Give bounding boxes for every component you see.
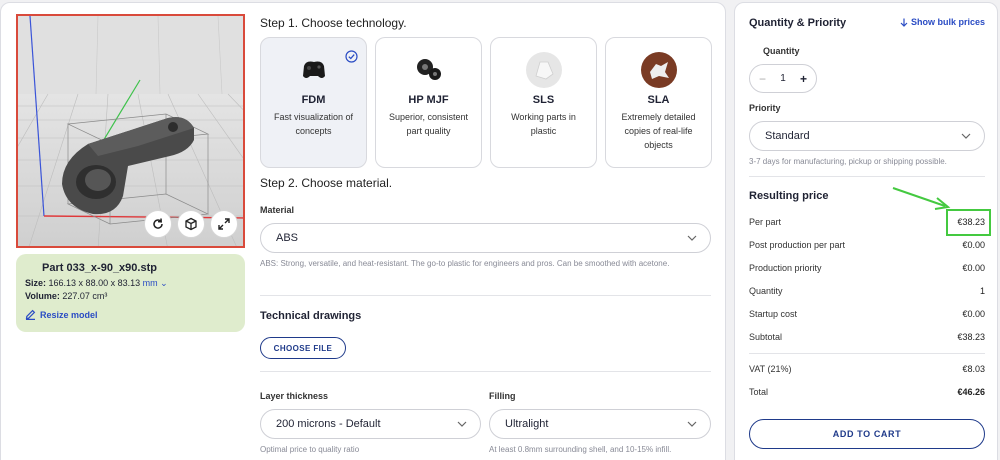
material-hint: ABS: Strong, versatile, and heat-resista… <box>260 259 670 268</box>
price-row-post-production: Post production per part €0.00 <box>749 240 985 250</box>
fullscreen-button[interactable] <box>210 210 238 238</box>
layer-thickness-hint: Optimal price to quality ratio <box>260 445 360 454</box>
chevron-down-icon <box>961 133 971 139</box>
tech-card-hp-mjf[interactable]: HP MJF Superior, consistent part quality <box>375 37 482 168</box>
price-row-per-part: Per part €38.23 <box>749 217 985 227</box>
material-select[interactable]: ABS <box>260 223 711 253</box>
sla-image <box>640 52 677 88</box>
chevron-down-icon <box>687 421 697 427</box>
quantity-value[interactable]: 1 <box>780 73 786 84</box>
arrow-down-icon <box>900 18 908 27</box>
model-volume: Volume: 227.07 cm³ <box>25 291 108 301</box>
filling-hint: At least 0.8mm surrounding shell, and 10… <box>489 445 672 454</box>
priority-label: Priority <box>749 103 781 113</box>
chevron-down-icon: ⌄ <box>160 278 168 288</box>
quantity-stepper[interactable]: − 1 + <box>749 64 817 93</box>
divider <box>260 371 711 372</box>
tech-card-sls[interactable]: SLS Working parts in plastic <box>490 37 597 168</box>
annotation-arrow-icon <box>892 187 951 210</box>
layer-thickness-select[interactable]: 200 microns - Default <box>260 409 481 439</box>
price-row-quantity: Quantity 1 <box>749 286 985 296</box>
tech-card-fdm[interactable]: FDM Fast visualization of concepts <box>260 37 367 168</box>
sls-image <box>525 52 562 88</box>
priority-select[interactable]: Standard <box>749 121 985 151</box>
price-row-production-priority: Production priority €0.00 <box>749 263 985 273</box>
divider <box>749 176 985 177</box>
price-row-startup-cost: Startup cost €0.00 <box>749 309 985 319</box>
show-bulk-prices-link[interactable]: Show bulk prices <box>900 17 985 27</box>
unit-selector[interactable]: mm ⌄ <box>143 278 168 288</box>
expand-icon <box>218 218 230 230</box>
check-circle-icon <box>345 50 358 63</box>
model-size: Size: 166.13 x 88.00 x 83.13 mm ⌄ <box>25 278 168 288</box>
increment-button[interactable]: + <box>800 72 807 86</box>
pencil-icon <box>25 309 36 320</box>
reset-view-button[interactable] <box>144 210 172 238</box>
technology-options: FDM Fast visualization of concepts HP MJ… <box>260 37 712 168</box>
filling-select[interactable]: Ultralight <box>489 409 711 439</box>
step1-title: Step 1. Choose technology. <box>260 16 407 30</box>
technical-drawings-title: Technical drawings <box>260 310 362 322</box>
add-to-cart-button[interactable]: ADD TO CART <box>749 419 985 449</box>
decrement-button[interactable]: − <box>759 72 766 86</box>
view-mode-button[interactable] <box>177 210 205 238</box>
hp-mjf-image <box>411 52 447 88</box>
divider <box>260 295 711 296</box>
chevron-down-icon <box>457 421 467 427</box>
model-info-card: Part 033_x-90_x90.stp Size: 166.13 x 88.… <box>16 254 245 332</box>
model-render <box>18 16 243 246</box>
resize-model-link[interactable]: Resize model <box>25 309 236 320</box>
chevron-down-icon <box>687 235 697 241</box>
quantity-label: Quantity <box>763 46 800 56</box>
model-filename: Part 033_x-90_x90.stp <box>42 262 157 274</box>
divider <box>749 353 985 354</box>
priority-hint: 3-7 days for manufacturing, pickup or sh… <box>749 157 947 166</box>
price-row-subtotal: Subtotal €38.23 <box>749 332 985 342</box>
material-label: Material <box>260 205 295 215</box>
layer-thickness-label: Layer thickness <box>260 391 329 401</box>
price-row-vat: VAT (21%) €8.03 <box>749 364 985 374</box>
filling-label: Filling <box>489 391 516 401</box>
cube-icon <box>185 217 197 231</box>
step2-title: Step 2. Choose material. <box>260 176 393 190</box>
choose-file-button[interactable]: CHOOSE FILE <box>260 337 346 359</box>
rotate-icon <box>153 218 163 229</box>
tech-card-sla[interactable]: SLA Extremely detailed copies of real-li… <box>605 37 712 168</box>
price-row-total: Total €46.26 <box>749 387 985 397</box>
fdm-image <box>296 52 332 88</box>
model-viewer[interactable] <box>16 14 245 248</box>
resulting-price-title: Resulting price <box>749 190 829 202</box>
quantity-priority-title: Quantity & Priority <box>749 17 847 29</box>
